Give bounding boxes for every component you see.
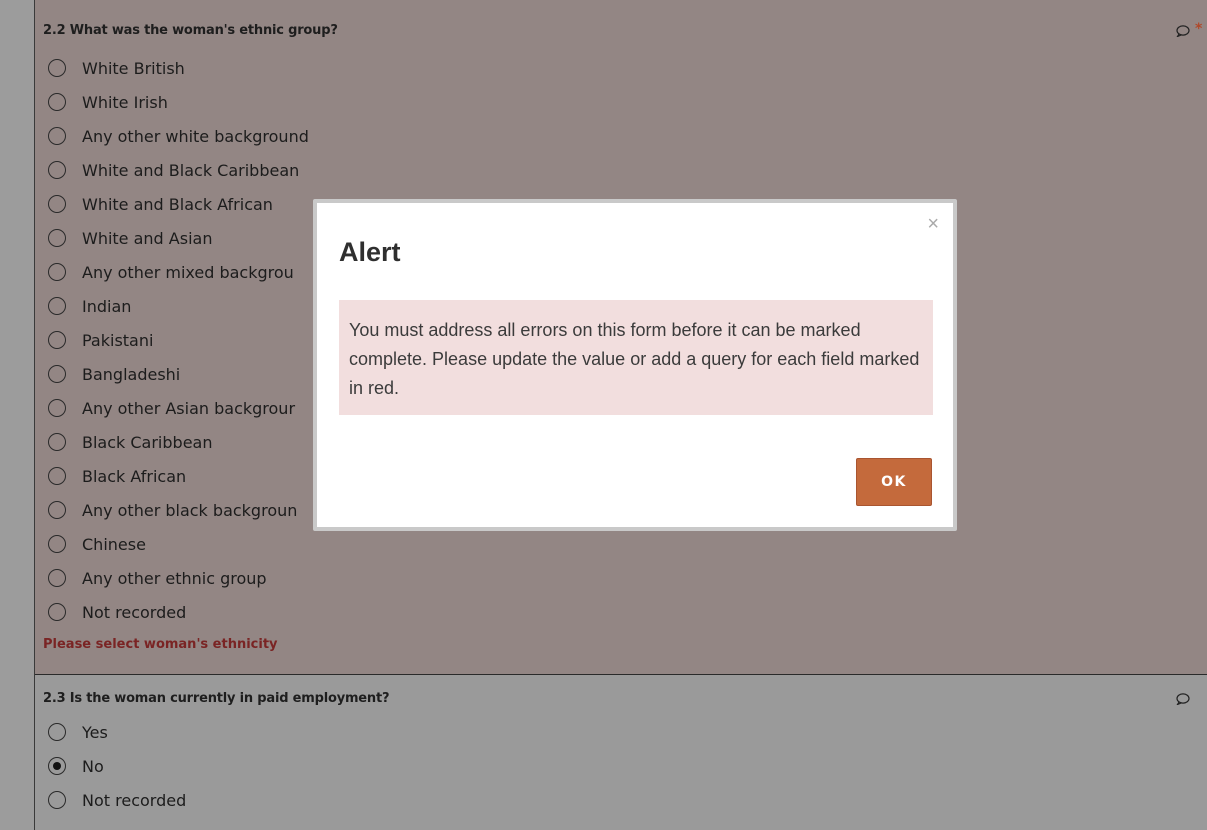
- radio-button[interactable]: [48, 535, 66, 553]
- radio-button[interactable]: [48, 757, 66, 775]
- radio-option[interactable]: White Irish: [48, 87, 168, 117]
- radio-option[interactable]: No: [48, 751, 104, 781]
- comment-icon[interactable]: [1176, 693, 1190, 705]
- question-title: 2.3 Is the woman currently in paid emplo…: [43, 691, 390, 706]
- radio-option[interactable]: Black African: [48, 461, 186, 491]
- radio-option[interactable]: Any other ethnic group: [48, 563, 267, 593]
- radio-button[interactable]: [48, 161, 66, 179]
- radio-option-label: Not recorded: [82, 790, 187, 810]
- radio-option[interactable]: Any other white background: [48, 121, 309, 151]
- question-title: 2.2 What was the woman's ethnic group?: [43, 23, 338, 38]
- radio-button[interactable]: [48, 603, 66, 621]
- radio-button[interactable]: [48, 467, 66, 485]
- radio-option-label: Any other mixed backgrou: [82, 262, 294, 282]
- radio-option[interactable]: White and Black Caribbean: [48, 155, 299, 185]
- radio-option-label: Any other Asian backgrour: [82, 398, 296, 418]
- validation-error-message: Please select woman's ethnicity: [43, 637, 278, 652]
- radio-option-label: Black African: [82, 466, 187, 486]
- radio-option-label: Any other black backgroun: [82, 500, 298, 520]
- radio-option[interactable]: Black Caribbean: [48, 427, 212, 457]
- modal-title: Alert: [339, 237, 401, 267]
- radio-button[interactable]: [48, 331, 66, 349]
- radio-option-label: Indian: [82, 296, 132, 316]
- radio-option[interactable]: Any other Asian backgrour: [48, 393, 295, 423]
- radio-option[interactable]: White and Black African: [48, 189, 273, 219]
- alert-message: You must address all errors on this form…: [339, 300, 933, 415]
- radio-option-label: White British: [82, 58, 185, 78]
- required-star-icon: *: [1195, 21, 1203, 37]
- radio-option[interactable]: Bangladeshi: [48, 359, 180, 389]
- alert-modal: × Alert You must address all errors on t…: [313, 199, 957, 531]
- radio-selected-dot: [53, 762, 61, 770]
- radio-option[interactable]: Not recorded: [48, 785, 186, 815]
- radio-option-label: Black Caribbean: [82, 432, 213, 452]
- radio-button[interactable]: [48, 723, 66, 741]
- radio-option-label: White and Asian: [82, 228, 213, 248]
- left-rail: [0, 0, 34, 830]
- radio-option-label: White and Black Caribbean: [82, 160, 300, 180]
- radio-button[interactable]: [48, 399, 66, 417]
- radio-button[interactable]: [48, 501, 66, 519]
- radio-button[interactable]: [48, 229, 66, 247]
- radio-option-label: White Irish: [82, 92, 168, 112]
- radio-button[interactable]: [48, 569, 66, 587]
- ok-button[interactable]: OK: [856, 458, 932, 506]
- radio-button[interactable]: [48, 791, 66, 809]
- radio-option[interactable]: Any other black backgroun: [48, 495, 297, 525]
- radio-option-label: Bangladeshi: [82, 364, 181, 384]
- radio-option-label: Any other ethnic group: [82, 568, 267, 588]
- radio-option[interactable]: White British: [48, 53, 185, 83]
- radio-option-label: White and Black African: [82, 194, 273, 214]
- radio-button[interactable]: [48, 59, 66, 77]
- radio-option[interactable]: White and Asian: [48, 223, 212, 253]
- question-paid-employment: 2.3 Is the woman currently in paid emplo…: [35, 674, 1207, 830]
- radio-button[interactable]: [48, 297, 66, 315]
- radio-option[interactable]: Not recorded: [48, 597, 186, 627]
- radio-button[interactable]: [48, 433, 66, 451]
- radio-button[interactable]: [48, 195, 66, 213]
- radio-button[interactable]: [48, 365, 66, 383]
- radio-option[interactable]: Pakistani: [48, 325, 153, 355]
- radio-option[interactable]: Chinese: [48, 529, 146, 559]
- radio-option-label: Pakistani: [82, 330, 154, 350]
- radio-option-label: Chinese: [82, 534, 146, 554]
- radio-option[interactable]: Any other mixed backgrou: [48, 257, 294, 287]
- radio-option-label: No: [82, 756, 104, 776]
- comment-icon[interactable]: [1176, 25, 1190, 37]
- radio-button[interactable]: [48, 263, 66, 281]
- radio-option-label: Not recorded: [82, 602, 187, 622]
- radio-option[interactable]: Yes: [48, 717, 108, 747]
- radio-button[interactable]: [48, 127, 66, 145]
- radio-option-label: Yes: [82, 722, 108, 742]
- close-icon[interactable]: ×: [927, 213, 939, 236]
- radio-option[interactable]: Indian: [48, 291, 131, 321]
- radio-button[interactable]: [48, 93, 66, 111]
- radio-option-label: Any other white background: [82, 126, 309, 146]
